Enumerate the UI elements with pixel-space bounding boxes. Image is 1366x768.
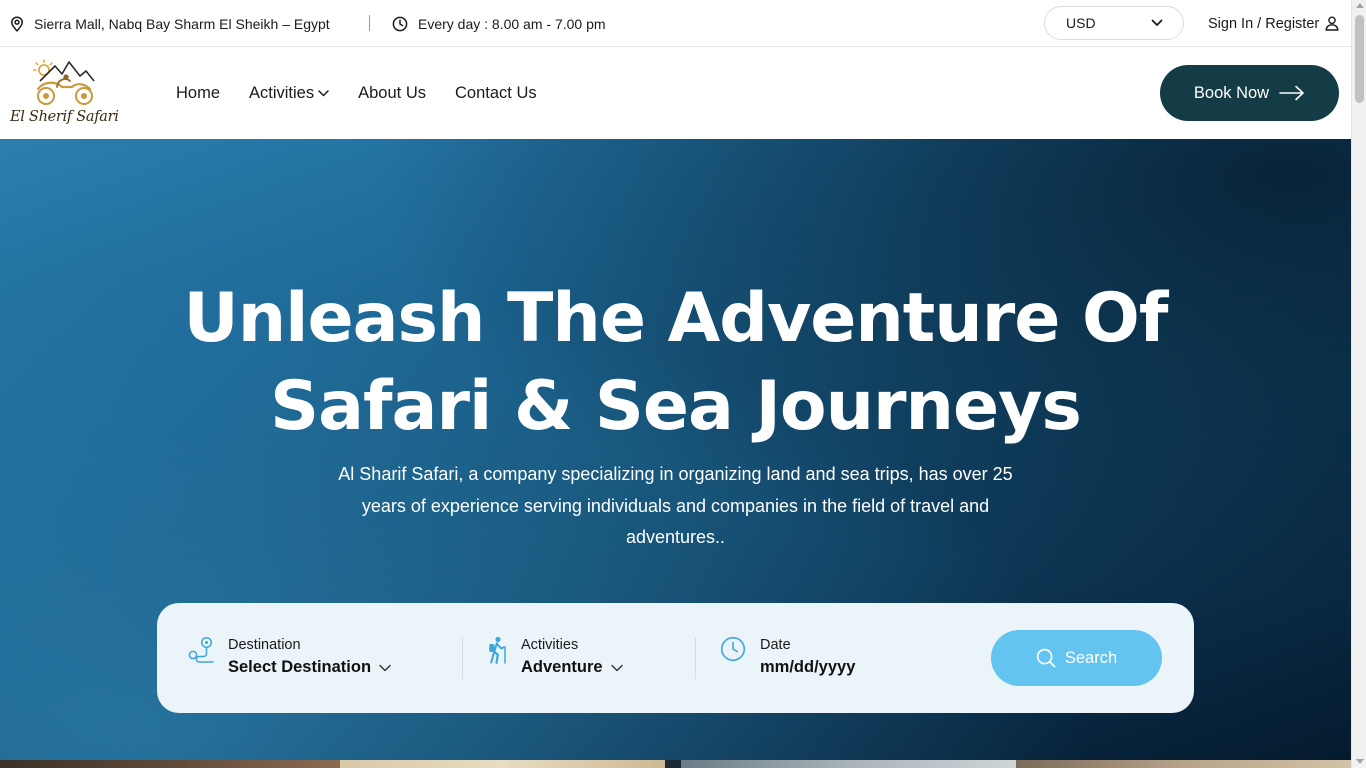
chevron-down-icon [1151,19,1163,26]
nav-contact-label: Contact Us [455,83,537,102]
user-icon [1325,16,1339,31]
nav-item-contact[interactable]: Contact Us [455,84,537,103]
search-button-label: Search [1064,648,1118,667]
clock-icon [392,16,408,31]
destination-label: Destination [228,637,301,653]
scroll-down-arrow-icon[interactable] [1355,759,1364,764]
date-label: Date [760,637,791,653]
location-text: Sierra Mall, Nabq Bay Sharm El Sheikh – … [34,15,330,32]
destination-value-text: Select Destination [228,658,372,676]
page-scrollbar[interactable] [1351,0,1366,768]
currency-value: USD [1066,15,1096,31]
nav-item-home[interactable]: Home [176,84,220,103]
field-divider [462,638,463,679]
book-now-label: Book Now [1193,83,1270,102]
activities-select[interactable]: Activities Adventure [486,603,686,713]
date-field[interactable]: Date mm/dd/yyyy [720,603,940,713]
scroll-up-arrow-icon[interactable] [1355,3,1364,8]
top-info-bar: Sierra Mall, Nabq Bay Sharm El Sheikh – … [0,0,1351,47]
nav-about-label: About Us [358,83,426,102]
signin-label: Sign In / Register [1208,15,1320,32]
nav-menu: Home Activities About Us Contact Us [176,47,537,139]
hero-section: Unleash The Adventure Of Safari & Sea Jo… [0,139,1351,768]
activities-label: Activities [521,637,579,653]
gallery-preview-strip [0,760,1351,768]
nav-home-label: Home [176,83,221,102]
main-navbar: El Sherif Safari Home Activities About U… [0,47,1351,139]
scrollbar-thumb[interactable] [1355,15,1364,103]
chevron-down-icon [379,664,391,671]
search-icon [1036,648,1056,668]
signin-register-link[interactable]: Sign In / Register [1208,0,1339,47]
logo-emblem-icon [32,59,95,105]
date-placeholder: mm/dd/yyyy [760,658,856,676]
book-now-button[interactable]: Book Now [1160,65,1339,121]
destination-value: Select Destination [228,658,391,677]
clock-icon [720,636,746,662]
arrow-right-icon [1279,85,1304,101]
map-pin-icon [11,15,23,32]
date-value[interactable]: mm/dd/yyyy [760,658,855,677]
location-info: Sierra Mall, Nabq Bay Sharm El Sheikh – … [10,0,330,47]
currency-select[interactable]: USD [1044,6,1184,40]
hero-description: Al Sharif Safari, a company specializing… [338,464,1013,547]
trip-search-form: Destination Select Destination Activitie… [157,603,1194,713]
hero-title: Unleash The Adventure Of Safari & Sea Jo… [0,275,1351,451]
info-divider [369,15,370,31]
nav-item-activities[interactable]: Activities [249,84,329,103]
hours-info: Every day : 8.00 am - 7.00 pm [392,0,606,47]
field-divider [695,638,696,679]
nav-activities-label: Activities [249,83,315,102]
activities-value: Adventure [521,658,623,677]
destination-select[interactable]: Destination Select Destination [188,603,458,713]
hours-text: Every day : 8.00 am - 7.00 pm [418,15,606,32]
nav-item-about[interactable]: About Us [358,84,426,103]
hiker-icon [489,636,506,664]
search-button[interactable]: Search [991,630,1162,686]
route-icon [188,636,214,663]
hero-title-line1: Unleash The Adventure Of [183,279,1169,358]
chevron-down-icon [610,664,623,671]
brand-name: El Sherif Safari [10,109,119,125]
activities-value-text: Adventure [521,658,603,676]
hero-title-line2: Safari & Sea Journeys [270,367,1082,446]
brand-logo[interactable]: El Sherif Safari [10,57,119,133]
chevron-down-icon [318,89,329,96]
